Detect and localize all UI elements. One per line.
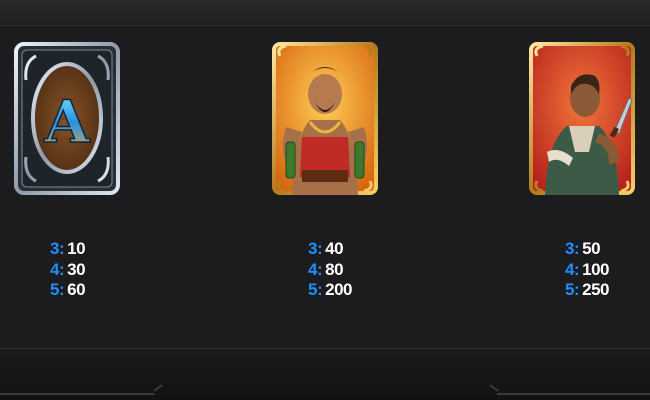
payout-value: 30: [67, 259, 86, 279]
payout-row: 5: 200: [308, 280, 368, 301]
payout-value: 60: [67, 280, 86, 299]
bottom-frame-line-right: [497, 393, 650, 395]
payout-count: 5:: [565, 280, 580, 299]
payout-value: 100: [582, 259, 609, 279]
payout-row: 3: 10: [50, 239, 110, 260]
payout-count: 4:: [308, 259, 323, 279]
payout-row: 4: 30: [50, 260, 110, 281]
payout-row: 4: 100: [565, 260, 625, 281]
payout-table-a: 3: 10 4: 30 5: 60: [50, 239, 110, 301]
payout-row: 5: 60: [50, 280, 110, 301]
payout-value: 200: [325, 280, 352, 299]
payout-table-hunter: 3: 50 4: 100 5: 250: [565, 239, 625, 301]
payout-value: 40: [325, 239, 344, 258]
payout-count: 3:: [50, 239, 65, 258]
strongman-card-icon: [272, 42, 378, 195]
payout-row: 3: 40: [308, 239, 368, 260]
payout-row: 3: 50: [565, 239, 625, 260]
payout-count: 4:: [565, 259, 580, 279]
payout-value: 250: [582, 280, 609, 299]
bottom-frame-line-left: [0, 393, 155, 395]
payout-count: 5:: [308, 280, 323, 299]
payout-count: 3:: [565, 239, 580, 258]
payout-value: 10: [67, 239, 86, 258]
payout-table-strongman: 3: 40 4: 80 5: 200: [308, 239, 368, 301]
payout-row: 5: 250: [565, 280, 625, 301]
payout-count: 4:: [50, 259, 65, 279]
hunter-card-icon: [529, 42, 635, 195]
payout-value: 80: [325, 259, 344, 279]
letter-a-card-icon: A: [14, 42, 120, 195]
payout-count: 5:: [50, 280, 65, 299]
top-frame-band: [0, 0, 650, 26]
payout-count: 3:: [308, 239, 323, 258]
payout-value: 50: [582, 239, 601, 258]
card-letter: A: [43, 88, 90, 156]
payout-row: 4: 80: [308, 260, 368, 281]
